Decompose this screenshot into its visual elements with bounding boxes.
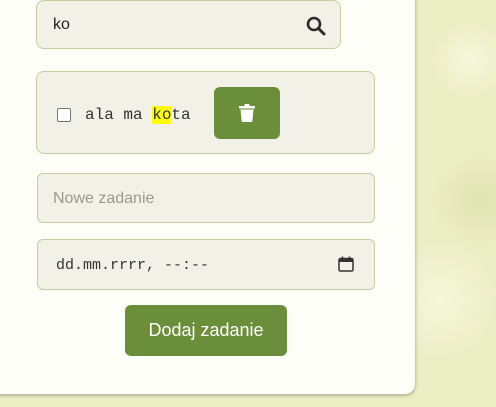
task-item: ala ma kota — [36, 71, 375, 154]
add-task-button[interactable]: Dodaj zadanie — [125, 305, 287, 356]
due-date-input[interactable]: dd.mm.rrrr, --:-- — [37, 239, 375, 290]
search-highlight: ko — [152, 106, 172, 124]
new-task-input[interactable]: Nowe zadanie — [37, 173, 375, 223]
search-input[interactable]: ko — [53, 16, 70, 34]
new-task-placeholder: Nowe zadanie — [53, 190, 155, 207]
calendar-icon[interactable] — [338, 256, 354, 272]
trash-icon — [239, 104, 255, 122]
task-checkbox[interactable] — [57, 108, 71, 122]
date-placeholder: dd.mm.rrrr, --:-- — [56, 257, 210, 274]
search-field[interactable]: ko — [36, 0, 341, 49]
task-text-before: ala ma — [85, 106, 153, 124]
task-text-after: ta — [171, 106, 191, 124]
delete-task-button[interactable] — [214, 87, 280, 139]
search-icon[interactable] — [306, 16, 326, 36]
task-label: ala ma kota — [85, 106, 191, 124]
